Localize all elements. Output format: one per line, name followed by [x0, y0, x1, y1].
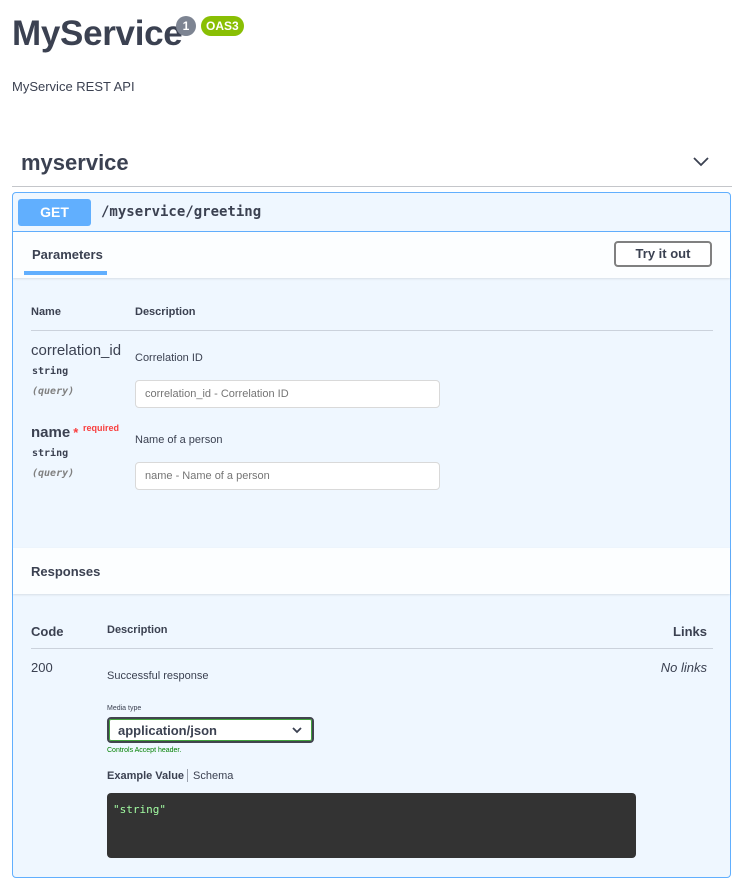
chevron-down-icon[interactable]: [692, 153, 710, 171]
example-code: "string": [113, 803, 166, 816]
response-code: 200: [31, 660, 53, 675]
media-type-label: Media type: [107, 705, 142, 712]
responses-title: Responses: [31, 564, 101, 579]
param-name: correlation_id: [31, 342, 122, 359]
required-label: required: [83, 423, 120, 433]
active-tab-indicator: [24, 271, 107, 275]
responses-section-header: Responses: [13, 548, 730, 594]
required-star: *: [73, 425, 79, 440]
chevron-down-icon: [292, 727, 302, 734]
version-badge: 1: [176, 16, 196, 36]
api-title: MyService: [12, 14, 183, 53]
parameters-section-header: Parameters Try it out: [13, 232, 730, 278]
response-header-divider: [31, 648, 713, 649]
operation-block-get: GET /myservice/greeting Parameters Try i…: [12, 192, 731, 878]
example-code-block: "string": [107, 793, 636, 858]
tab-divider: [187, 769, 188, 782]
api-info-header: MyService 1 OAS3: [12, 14, 244, 54]
response-col-code-header: Code: [31, 624, 64, 639]
tag-name: myservice: [21, 150, 129, 175]
try-it-out-button[interactable]: Try it out: [614, 241, 712, 267]
response-col-links-header: Links: [673, 624, 707, 639]
param-location: (query): [32, 386, 75, 397]
oas-version-badge: OAS3: [201, 16, 244, 36]
param-type: string: [32, 448, 69, 459]
tab-example-value[interactable]: Example Value: [107, 770, 184, 782]
param-description: Correlation ID: [135, 352, 203, 364]
operation-summary[interactable]: GET /myservice/greeting: [13, 193, 730, 232]
media-type-select[interactable]: application/json: [107, 717, 314, 743]
param-location: (query): [32, 468, 75, 479]
controls-accept-note: Controls Accept header.: [107, 747, 182, 754]
param-name-required: name *: [31, 424, 78, 441]
tag-section-header[interactable]: myservice: [12, 140, 732, 187]
param-col-description-header: Description: [135, 306, 196, 318]
param-name-text: name: [31, 424, 71, 441]
api-description: MyService REST API: [12, 79, 135, 94]
response-description: Successful response: [107, 670, 209, 682]
correlation-id-input[interactable]: [135, 380, 440, 408]
param-description: Name of a person: [135, 434, 223, 446]
param-col-name-header: Name: [31, 306, 61, 318]
name-input[interactable]: [135, 462, 440, 490]
http-method-badge: GET: [18, 199, 91, 226]
media-type-value: application/json: [118, 723, 217, 738]
response-col-description-header: Description: [107, 624, 168, 636]
tab-parameters[interactable]: Parameters: [24, 247, 111, 262]
operation-path: /myservice/greeting: [101, 204, 262, 220]
response-links: No links: [660, 660, 707, 675]
tab-schema[interactable]: Schema: [193, 770, 233, 782]
param-header-divider: [31, 330, 713, 331]
param-type: string: [32, 366, 69, 377]
